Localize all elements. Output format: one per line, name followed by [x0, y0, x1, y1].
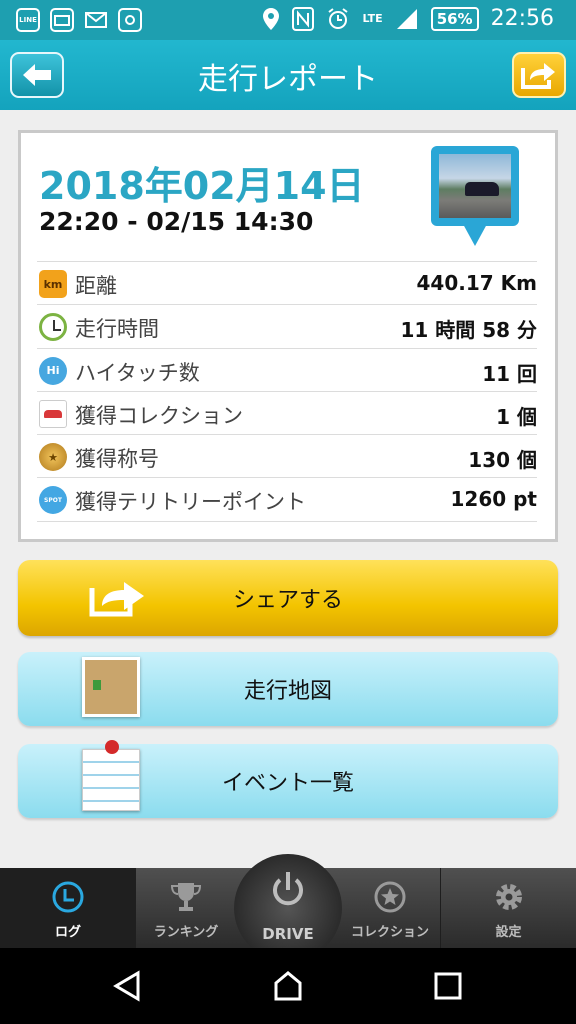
- event-list-button-label: イベント一覧: [221, 771, 354, 796]
- tab-collection-label: コレクション: [350, 925, 429, 940]
- stat-value: 11 時間 58 分: [400, 318, 537, 343]
- report-card: 2018年02月14日 22:20 - 02/15 14:30 km 距離 44…: [18, 130, 558, 542]
- stat-row-territory: SPOT 獲得テリトリーポイント 1260 pt: [37, 478, 537, 522]
- drive-label: DRIVE: [262, 925, 314, 943]
- stat-value: 440.17 Km: [416, 271, 537, 295]
- notification-icons: LINE: [16, 8, 142, 32]
- tab-log-label: ログ: [54, 925, 81, 940]
- tab-log[interactable]: ログ: [0, 868, 136, 948]
- stat-value: 1260 pt: [450, 487, 537, 512]
- stat-row-titles: ★ 獲得称号 130 個: [37, 435, 537, 479]
- app-header: 走行レポート: [0, 40, 576, 110]
- gear-icon: [492, 880, 526, 914]
- alarm-icon: [328, 7, 349, 29]
- drive-map-button[interactable]: 走行地図: [18, 652, 558, 726]
- star-badge-icon: [373, 880, 407, 914]
- instagram-icon: [118, 8, 142, 32]
- bookwalker-app-icon: [50, 8, 74, 32]
- drive-button[interactable]: DRIVE: [234, 854, 342, 962]
- signal-icon: [396, 8, 417, 29]
- mail-icon: [84, 8, 108, 32]
- network-type: LTE: [362, 12, 383, 25]
- status-bar: LINE LTE 56% 22:56: [0, 0, 576, 40]
- share-button[interactable]: シェアする: [18, 560, 558, 636]
- nfc-icon: [292, 6, 315, 31]
- back-triangle-icon[interactable]: [112, 970, 144, 1002]
- photo-pin[interactable]: [431, 146, 519, 246]
- tab-settings[interactable]: 設定: [440, 868, 576, 948]
- recent-apps-icon[interactable]: [432, 970, 464, 1002]
- line-app-icon: LINE: [16, 8, 40, 32]
- stats-list: km 距離 440.17 Km 走行時間 11 時間 58 分 Hi ハイタッチ…: [37, 261, 537, 522]
- report-date: 2018年02月14日: [39, 164, 365, 208]
- event-list-button[interactable]: イベント一覧: [18, 740, 558, 818]
- stat-label: 距離: [75, 274, 117, 298]
- stat-value: 130 個: [468, 448, 537, 473]
- stat-label: 獲得テリトリーポイント: [75, 490, 306, 515]
- report-time-range: 22:20 - 02/15 14:30: [39, 207, 314, 236]
- km-icon: km: [39, 270, 67, 298]
- medal-icon: ★: [39, 443, 67, 472]
- tab-ranking[interactable]: ランキング: [136, 868, 236, 948]
- stat-value: 11 回: [482, 361, 537, 386]
- tab-settings-label: 設定: [495, 925, 522, 940]
- system-nav-bar: [0, 948, 576, 1024]
- stat-value: 1 個: [496, 404, 537, 429]
- share-header-button[interactable]: [512, 52, 566, 98]
- page-title: 走行レポート: [198, 62, 378, 97]
- stat-label: ハイタッチ数: [75, 360, 200, 385]
- power-icon: [273, 872, 303, 906]
- status-right: LTE 56% 22:56: [262, 6, 554, 31]
- car-icon: [39, 399, 67, 428]
- trip-photo: [439, 154, 511, 218]
- tab-ranking-label: ランキング: [153, 925, 219, 940]
- share-button-label: シェアする: [232, 588, 343, 613]
- stat-label: 獲得称号: [75, 447, 159, 472]
- stat-row-collection: 獲得コレクション 1 個: [37, 392, 537, 436]
- status-time: 22:56: [490, 6, 554, 31]
- hi-touch-icon: Hi: [39, 356, 67, 385]
- share-arrow-icon: [521, 63, 555, 89]
- location-icon: [263, 7, 280, 30]
- stat-label: 走行時間: [75, 317, 159, 342]
- stat-row-drive-time: 走行時間 11 時間 58 分: [37, 305, 537, 349]
- spot-icon: SPOT: [39, 486, 67, 515]
- stat-label: 獲得コレクション: [75, 403, 243, 428]
- battery-indicator: 56%: [430, 6, 479, 31]
- stat-row-hi-touch: Hi ハイタッチ数 11 回: [37, 349, 537, 392]
- home-icon[interactable]: [272, 970, 304, 1002]
- clock-icon: [51, 880, 85, 914]
- stat-row-distance: km 距離 440.17 Km: [37, 262, 537, 306]
- drive-map-button-label: 走行地図: [243, 679, 332, 704]
- tab-collection[interactable]: コレクション: [340, 868, 440, 948]
- trophy-icon: [169, 880, 203, 914]
- clock-icon: [39, 313, 67, 342]
